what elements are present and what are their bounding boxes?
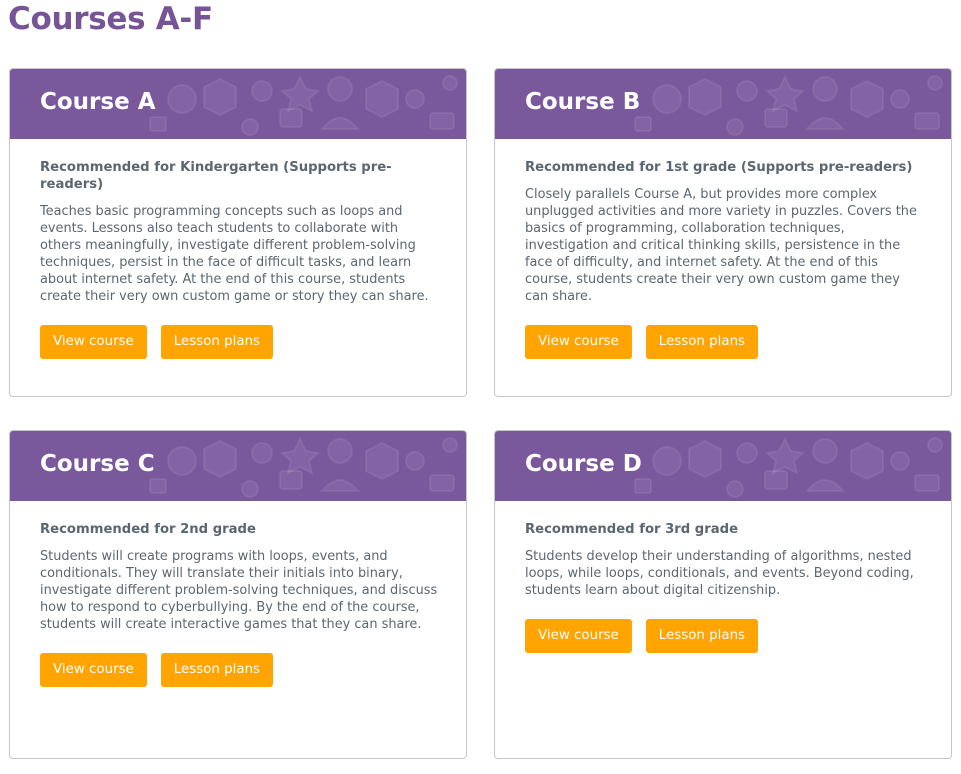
course-card-b: Course B Recommended for 1st grade (Supp… <box>494 68 952 397</box>
course-card-title: Course C <box>40 451 155 477</box>
course-card-body: Recommended for Kindergarten (Supports p… <box>10 139 466 359</box>
course-card-header: Course A <box>10 69 466 139</box>
course-card-actions: View course Lesson plans <box>40 325 442 359</box>
course-card-body: Recommended for 3rd grade Students devel… <box>495 501 951 653</box>
course-card-header: Course B <box>495 69 951 139</box>
course-card-description: Students develop their understanding of … <box>525 549 914 598</box>
course-card-subtitle: Recommended for Kindergarten (Supports p… <box>40 160 392 192</box>
course-card-c: Course C Recommended for 2nd grade Stude… <box>9 430 467 759</box>
lesson-plans-button[interactable]: Lesson plans <box>645 619 759 653</box>
course-card-subtitle: Recommended for 3rd grade <box>525 522 739 537</box>
course-card-body: Recommended for 1st grade (Supports pre-… <box>495 139 951 359</box>
lesson-plans-button[interactable]: Lesson plans <box>160 653 274 687</box>
course-card-actions: View course Lesson plans <box>40 653 442 687</box>
lesson-plans-button[interactable]: Lesson plans <box>645 325 759 359</box>
course-card-subtitle: Recommended for 1st grade (Supports pre-… <box>525 160 913 175</box>
course-card-d: Course D Recommended for 3rd grade Stude… <box>494 430 952 759</box>
course-card-a: Course A Recommended for Kindergarten (S… <box>9 68 467 397</box>
course-card-actions: View course Lesson plans <box>525 325 927 359</box>
lesson-plans-button[interactable]: Lesson plans <box>160 325 274 359</box>
page-title: Courses A-F <box>8 1 213 37</box>
course-card-title: Course D <box>525 451 642 477</box>
course-card-header: Course D <box>495 431 951 501</box>
view-course-button[interactable]: View course <box>40 325 147 359</box>
view-course-button[interactable]: View course <box>525 325 632 359</box>
view-course-button[interactable]: View course <box>525 619 632 653</box>
course-card-body: Recommended for 2nd grade Students will … <box>10 501 466 687</box>
course-card-header: Course C <box>10 431 466 501</box>
course-card-subtitle: Recommended for 2nd grade <box>40 522 256 537</box>
course-card-actions: View course Lesson plans <box>525 619 927 653</box>
course-card-title: Course A <box>40 89 156 115</box>
course-card-description: Closely parallels Course A, but provides… <box>525 187 917 304</box>
course-card-description: Students will create programs with loops… <box>40 549 438 632</box>
view-course-button[interactable]: View course <box>40 653 147 687</box>
course-card-title: Course B <box>525 89 641 115</box>
course-card-description: Teaches basic programming concepts such … <box>40 204 429 304</box>
